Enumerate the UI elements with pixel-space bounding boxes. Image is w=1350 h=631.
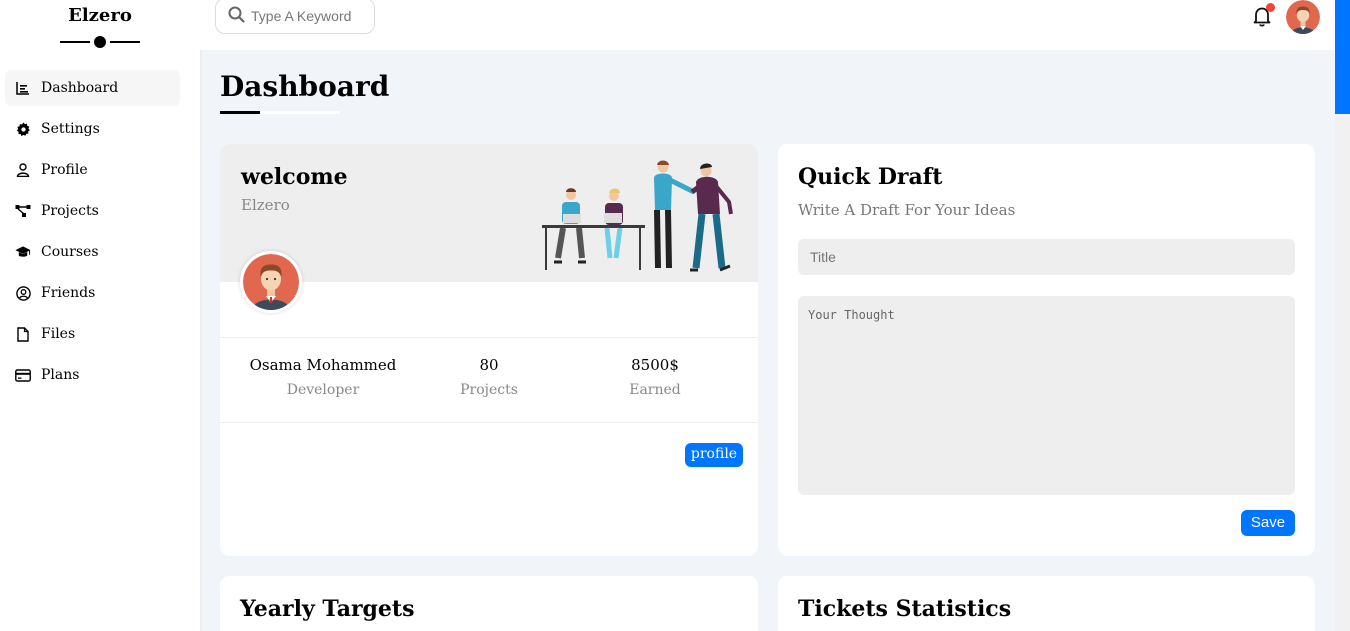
- file-icon: [15, 326, 31, 342]
- sidebar-item-label: Files: [41, 326, 76, 342]
- team-illustration: [542, 160, 733, 272]
- stat-value: Osama Mohammed: [249, 356, 397, 374]
- gear-icon: [15, 121, 31, 137]
- stat-label: Projects: [460, 382, 518, 398]
- sidebar: Elzero Dashboard Settings Profile Projec…: [0, 0, 200, 631]
- welcome-card: welcome Elzero Osama Mohammed Developer …: [220, 144, 758, 556]
- page-title: Dashboard: [220, 70, 390, 103]
- stat-label: Developer: [286, 382, 360, 398]
- sidebar-item-settings[interactable]: Settings: [5, 111, 180, 147]
- sidebar-item-files[interactable]: Files: [5, 316, 180, 352]
- brand-title: Elzero: [68, 5, 132, 26]
- sidebar-item-label: Friends: [41, 285, 96, 301]
- draft-body-textarea[interactable]: [798, 296, 1295, 495]
- welcome-avatar: [240, 251, 302, 313]
- sidebar-item-dashboard[interactable]: Dashboard: [5, 70, 180, 106]
- stat-value: 80: [479, 356, 499, 374]
- sidebar-item-friends[interactable]: Friends: [5, 275, 180, 311]
- scrollbar-thumb[interactable]: [1335, 0, 1350, 114]
- user-circle-icon: [15, 285, 31, 301]
- tickets-statistics-card: Tickets Statistics: [778, 576, 1315, 631]
- save-button[interactable]: Save: [1241, 510, 1295, 536]
- stat-value: 8500$: [631, 356, 679, 374]
- title-underline: [220, 111, 260, 114]
- sidebar-item-label: Profile: [41, 162, 88, 178]
- diagram-icon: [15, 203, 31, 219]
- sidebar-item-label: Plans: [41, 367, 80, 383]
- welcome-subtitle: Elzero: [241, 196, 290, 214]
- brand-decoration: [60, 36, 140, 48]
- user-icon: [15, 162, 31, 178]
- scrollbar[interactable]: [1335, 0, 1350, 631]
- search-input[interactable]: [251, 8, 371, 24]
- draft-subtitle: Write A Draft For Your Ideas: [798, 201, 1016, 219]
- yearly-targets-card: Yearly Targets: [220, 576, 758, 631]
- sidebar-item-label: Courses: [41, 244, 99, 260]
- top-header: [200, 0, 1335, 50]
- divider: [220, 422, 758, 423]
- stat-projects: 80 Projects: [409, 356, 569, 398]
- credit-card-icon: [15, 367, 31, 383]
- chart-icon: [15, 80, 31, 96]
- graduation-cap-icon: [15, 244, 31, 260]
- stat-earned: 8500$ Earned: [575, 356, 735, 398]
- sidebar-nav: Dashboard Settings Profile Projects Cour…: [0, 70, 200, 393]
- stat-name: Osama Mohammed Developer: [243, 356, 403, 398]
- draft-title: Quick Draft: [798, 164, 943, 190]
- quick-draft-card: Quick Draft Write A Draft For Your Ideas…: [778, 144, 1315, 556]
- draft-title-input[interactable]: [798, 239, 1295, 275]
- notification-badge: [1266, 3, 1275, 12]
- stat-label: Earned: [629, 382, 681, 398]
- profile-button[interactable]: profile: [685, 443, 743, 467]
- sidebar-item-plans[interactable]: Plans: [5, 357, 180, 393]
- sidebar-item-profile[interactable]: Profile: [5, 152, 180, 188]
- sidebar-item-label: Projects: [41, 203, 99, 219]
- welcome-title: welcome: [241, 164, 348, 190]
- avatar[interactable]: [1286, 0, 1320, 34]
- divider: [220, 337, 758, 338]
- tickets-statistics-title: Tickets Statistics: [798, 596, 1012, 622]
- search-box[interactable]: [215, 0, 375, 34]
- title-underline-light: [260, 111, 340, 114]
- sidebar-item-label: Dashboard: [41, 80, 119, 96]
- sidebar-item-courses[interactable]: Courses: [5, 234, 180, 270]
- welcome-banner: welcome Elzero: [220, 144, 758, 282]
- search-icon: [228, 6, 245, 27]
- sidebar-item-label: Settings: [41, 121, 100, 137]
- sidebar-item-projects[interactable]: Projects: [5, 193, 180, 229]
- yearly-targets-title: Yearly Targets: [240, 596, 415, 622]
